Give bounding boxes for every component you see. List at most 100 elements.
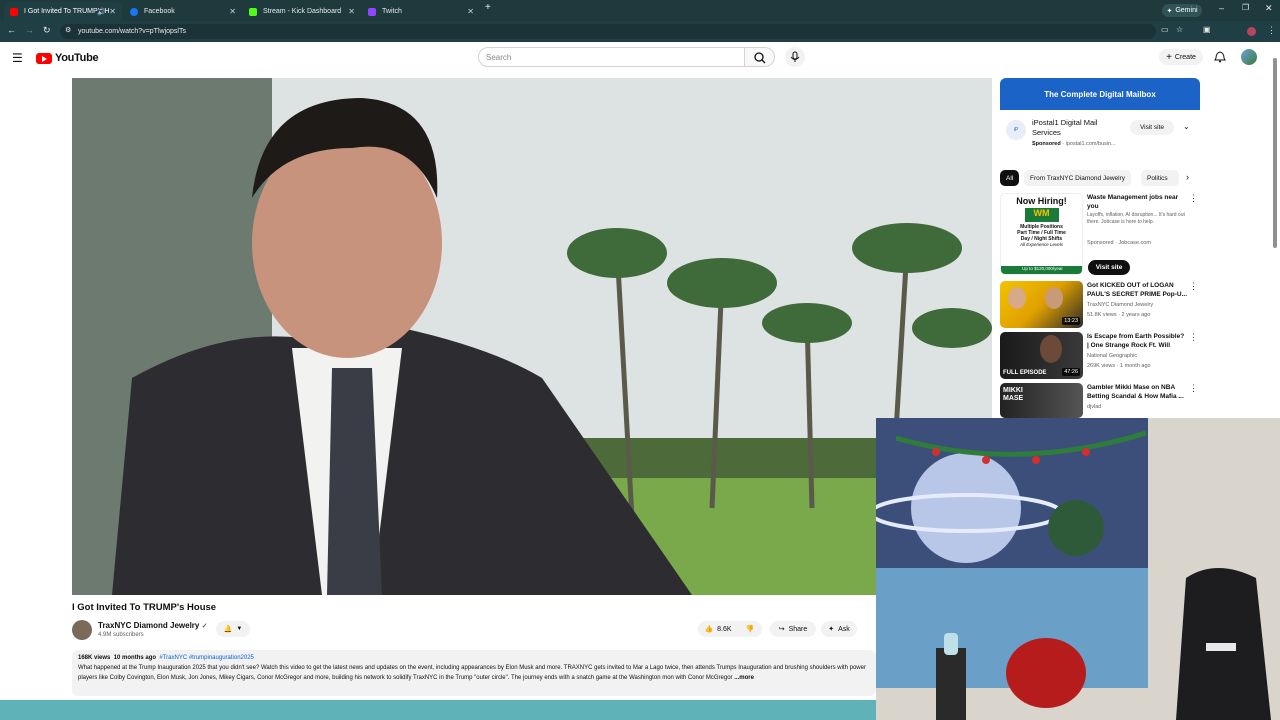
search-placeholder: Search bbox=[486, 52, 512, 62]
ipostal-logo: iP bbox=[1006, 120, 1026, 140]
site-info-icon[interactable]: ⚙ bbox=[65, 26, 71, 34]
thumb-face bbox=[1008, 287, 1026, 309]
video-thumbnail[interactable]: Now Hiring! WM Multiple Positions Part T… bbox=[1000, 193, 1083, 275]
rec-channel[interactable]: TraxNYC Diamond Jewelry bbox=[1087, 301, 1153, 310]
thumb-pay: Up to $120,000/year bbox=[1001, 266, 1082, 274]
rec-title[interactable]: Is Escape from Earth Possible? | One Str… bbox=[1087, 332, 1187, 350]
video-thumbnail[interactable]: FULL EPISODE 47:26 bbox=[1000, 332, 1083, 379]
bell-icon: 🔔 bbox=[223, 626, 233, 633]
youtube-logo[interactable]: YouTube bbox=[36, 52, 99, 64]
sparkle-icon: ✦ bbox=[1166, 7, 1173, 15]
list-item[interactable]: Now Hiring! WM Multiple Positions Part T… bbox=[1000, 193, 1200, 277]
chip-all[interactable]: All bbox=[1000, 170, 1020, 186]
list-item[interactable]: FULL EPISODE 47:26 Is Escape from Earth … bbox=[1000, 332, 1200, 379]
speaker-icon[interactable]: 🔊 bbox=[97, 8, 106, 16]
more-options-icon[interactable]: ⋮ bbox=[1189, 332, 1198, 343]
thumb-line: All Experience Levels bbox=[1019, 242, 1064, 247]
rec-title[interactable]: Got KICKED OUT of LOGAN PAUL'S SECRET PR… bbox=[1087, 281, 1187, 299]
chip-politics[interactable]: Politics bbox=[1141, 170, 1179, 186]
ask-button[interactable]: ✦ Ask bbox=[821, 621, 857, 637]
minimize-button[interactable]: – bbox=[1219, 3, 1224, 13]
create-button[interactable]: + Create bbox=[1159, 49, 1203, 65]
bookmark-star-icon[interactable]: ☆ bbox=[1176, 25, 1183, 34]
rec-title[interactable]: Gambler Mikki Mase on NBA Betting Scanda… bbox=[1087, 383, 1187, 401]
facebook-icon bbox=[130, 7, 138, 16]
rec-description: Layoffs, inflation, AI disruption... It'… bbox=[1087, 212, 1185, 225]
upload-age: 10 months ago bbox=[113, 655, 157, 661]
account-avatar[interactable] bbox=[1241, 49, 1257, 65]
new-tab-button[interactable]: + bbox=[485, 2, 491, 13]
hamburger-menu-icon[interactable]: ☰ bbox=[12, 51, 23, 65]
rec-title[interactable]: Waste Management jobs near you bbox=[1087, 193, 1187, 211]
close-icon[interactable]: ✕ bbox=[229, 7, 236, 16]
tab-youtube[interactable]: I Got Invited To TRUMP's H 🔊 ✕ bbox=[4, 2, 122, 21]
sidebar-ad[interactable]: The Complete Digital Mailbox iP iPostal1… bbox=[1000, 78, 1200, 154]
browser-menu-icon[interactable]: ⋮ bbox=[1267, 25, 1276, 36]
video-duration: 13:23 bbox=[1062, 317, 1080, 325]
ad-title[interactable]: iPostal1 Digital Mail Services bbox=[1032, 118, 1110, 138]
list-item[interactable]: 13:23 Got KICKED OUT of LOGAN PAUL'S SEC… bbox=[1000, 281, 1200, 328]
restore-button[interactable]: ❐ bbox=[1242, 3, 1249, 12]
related-filter-chips: All From TraxNYC Diamond Jewelry Politic… bbox=[1000, 170, 1200, 186]
gemini-label: Gemini bbox=[1175, 7, 1198, 14]
search-button[interactable] bbox=[745, 47, 775, 67]
notifications-bell-icon[interactable] bbox=[1214, 51, 1226, 63]
close-window-button[interactable]: ✕ bbox=[1265, 3, 1273, 14]
microphone-icon bbox=[790, 51, 800, 62]
thumb-text: MIKKI MASE bbox=[1003, 387, 1024, 402]
back-icon[interactable]: ← bbox=[7, 25, 16, 35]
close-icon[interactable]: ✕ bbox=[348, 7, 355, 16]
wm-logo: WM bbox=[1024, 208, 1059, 222]
more-options-icon[interactable]: ⋮ bbox=[1189, 383, 1198, 394]
video-title: I Got Invited To TRUMP's House bbox=[72, 602, 217, 613]
video-thumbnail[interactable]: 13:23 bbox=[1000, 281, 1083, 328]
more-options-icon[interactable]: ⋮ bbox=[1189, 281, 1198, 292]
webcam-feed bbox=[876, 418, 1280, 720]
chevron-down-icon[interactable]: ⌄ bbox=[1183, 122, 1190, 131]
profile-avatar[interactable] bbox=[1247, 27, 1256, 36]
tab-twitch[interactable]: Twitch ✕ bbox=[362, 2, 480, 21]
list-item[interactable]: MIKKI MASE Gambler Mikki Mase on NBA Bet… bbox=[1000, 383, 1200, 418]
visit-site-button[interactable]: Visit site bbox=[1130, 120, 1174, 135]
rec-channel[interactable]: National Geographic bbox=[1087, 352, 1137, 361]
video-thumbnail[interactable]: MIKKI MASE bbox=[1000, 383, 1083, 418]
dislike-button[interactable]: 👎 bbox=[738, 621, 762, 637]
chip-label: From TraxNYC Diamond Jewelry bbox=[1030, 174, 1125, 182]
ask-label: Ask bbox=[838, 625, 850, 633]
youtube-icon bbox=[10, 7, 18, 16]
like-count: 8.6K bbox=[717, 625, 732, 633]
close-icon[interactable]: ✕ bbox=[109, 7, 116, 16]
thumb-headline: Now Hiring! bbox=[1016, 196, 1067, 206]
close-icon[interactable]: ✕ bbox=[467, 7, 474, 16]
hashtags[interactable]: #TraxNYC #trumpinauguration2025 bbox=[159, 655, 254, 661]
ad-banner[interactable]: The Complete Digital Mailbox bbox=[1000, 78, 1200, 110]
sparkle-icon: ✦ bbox=[828, 626, 835, 633]
search-input[interactable]: Search bbox=[478, 47, 745, 67]
tab-facebook[interactable]: Facebook ✕ bbox=[124, 2, 242, 21]
visit-site-button[interactable]: Visit site bbox=[1088, 260, 1130, 275]
cast-icon[interactable]: ▭ bbox=[1161, 25, 1169, 34]
like-button[interactable]: 👍 8.6K bbox=[698, 621, 738, 637]
chevron-right-icon[interactable]: › bbox=[1186, 172, 1189, 182]
forward-icon[interactable]: → bbox=[25, 25, 34, 35]
share-button[interactable]: ↪ Share bbox=[770, 621, 816, 637]
tab-kick[interactable]: Stream - Kick Dashboard ✕ bbox=[243, 2, 361, 21]
video-player[interactable] bbox=[72, 78, 992, 595]
chip-from-channel[interactable]: From TraxNYC Diamond Jewelry bbox=[1024, 170, 1131, 186]
show-more-link[interactable]: ...more bbox=[734, 675, 754, 681]
reload-icon[interactable]: ↻ bbox=[43, 25, 51, 36]
url-text: youtube.com/watch?v=pTlwjopslTs bbox=[78, 28, 186, 35]
gemini-button[interactable]: ✦ Gemini bbox=[1162, 4, 1202, 17]
video-duration: 47:26 bbox=[1062, 368, 1080, 376]
url-field[interactable]: youtube.com/watch?v=pTlwjopslTs bbox=[60, 24, 1156, 39]
voice-search-button[interactable] bbox=[785, 47, 805, 67]
subscribed-notifications-button[interactable]: 🔔 ▼ bbox=[216, 621, 250, 637]
share-label: Share bbox=[788, 625, 808, 633]
page-scrollbar[interactable] bbox=[1273, 58, 1277, 248]
channel-name[interactable]: TraxNYC Diamond Jewelry ✓ bbox=[98, 621, 207, 630]
video-description[interactable]: 168K views 10 months ago #TraxNYC #trump… bbox=[72, 650, 876, 696]
extensions-icon[interactable]: ▣ bbox=[1203, 25, 1211, 34]
more-options-icon[interactable]: ⋮ bbox=[1189, 193, 1198, 204]
channel-avatar[interactable] bbox=[72, 620, 92, 640]
rec-channel[interactable]: djvlad bbox=[1087, 403, 1101, 412]
